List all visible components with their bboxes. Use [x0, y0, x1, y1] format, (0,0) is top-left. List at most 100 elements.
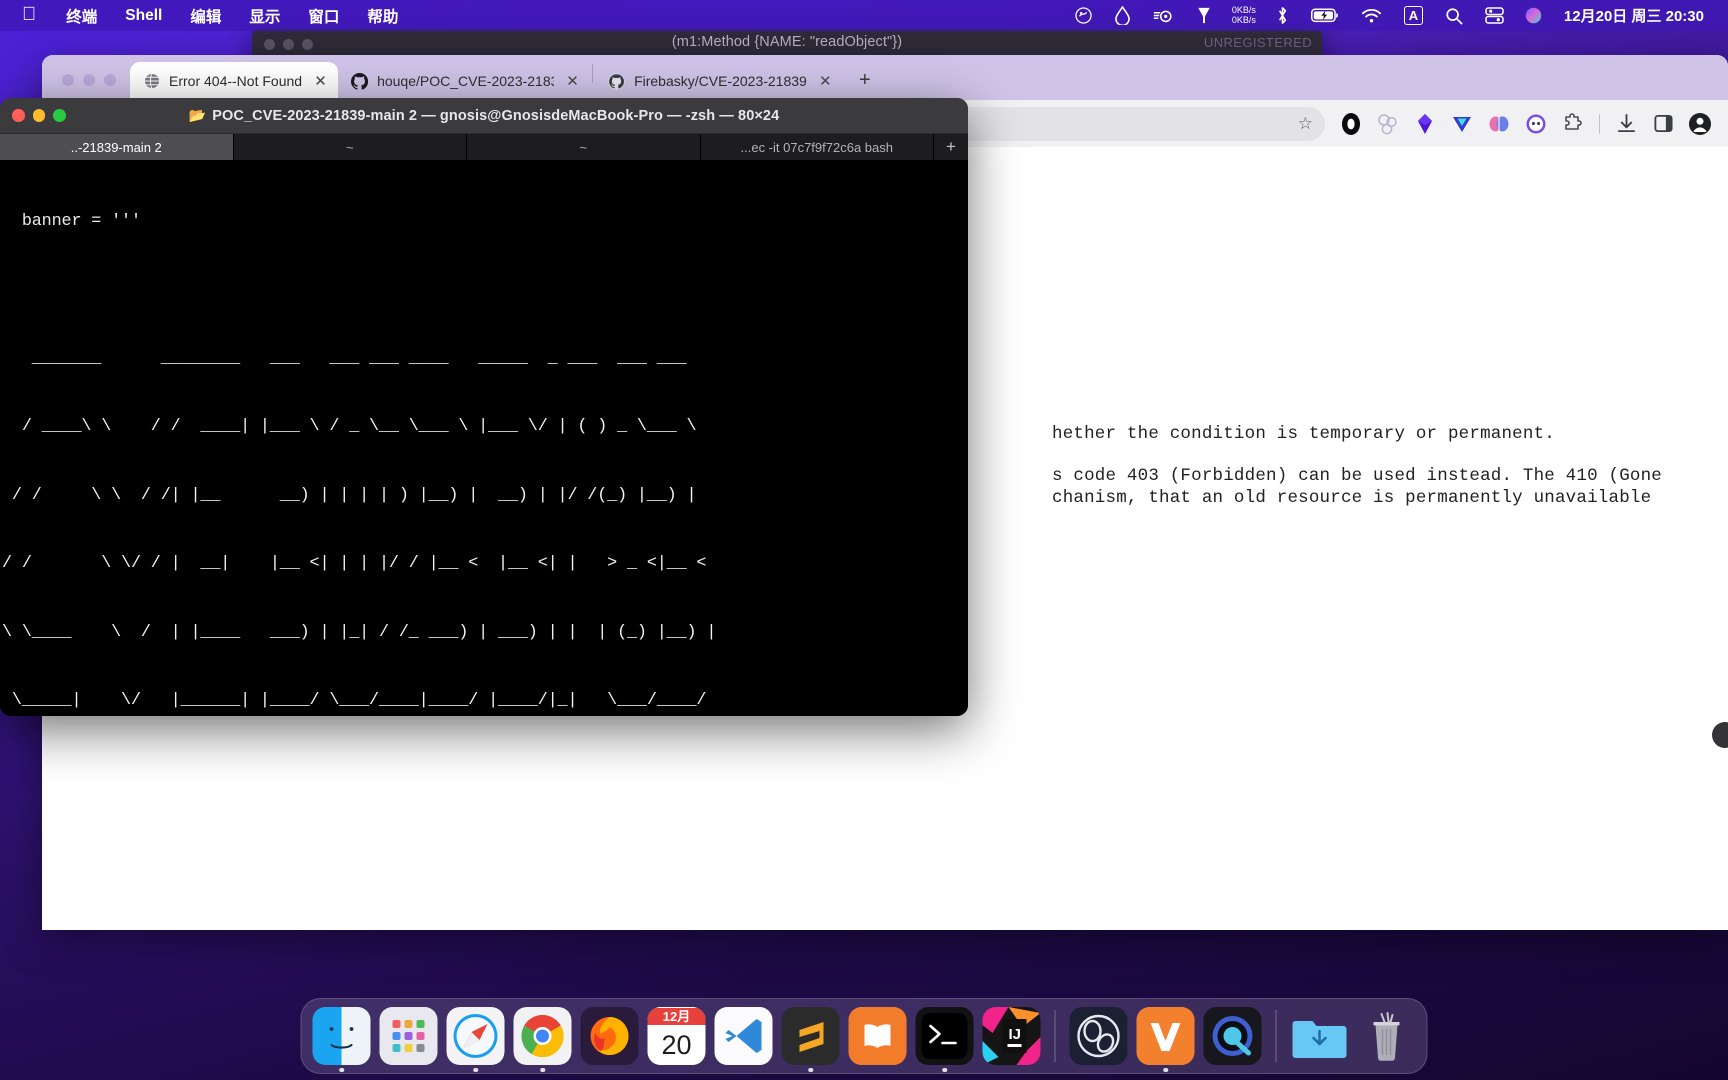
terminal-new-tab-button[interactable]: +	[934, 134, 968, 160]
v-shape-icon[interactable]	[1445, 107, 1479, 141]
zoom-dot[interactable]	[104, 74, 116, 86]
browser-tab-1[interactable]: houqe/POC_CVE-2023-2183 ✕	[338, 62, 590, 100]
terminal-tab-1[interactable]: ~	[234, 134, 467, 160]
brain-icon[interactable]	[1482, 107, 1516, 141]
browser-tab-2[interactable]: Firebasky/CVE-2023-21839 ✕	[595, 62, 843, 100]
apple-menu-icon[interactable]: 	[14, 5, 52, 27]
svg-text:IJ: IJ	[1009, 1026, 1022, 1043]
desktop:  终端 Shell 编辑 显示 窗口 帮助 0KB/s 0KB/s	[0, 0, 1728, 1080]
browser-tab-strip: Error 404--Not Found ✕ houqe/POC_CVE-202…	[42, 55, 1728, 100]
menu-view[interactable]: 显示	[235, 5, 294, 27]
finder-icon	[312, 1007, 371, 1065]
dock-item-sublime-text[interactable]	[781, 1007, 840, 1072]
intellij-idea-icon: IJ	[982, 1007, 1041, 1065]
input-source-icon[interactable]: A	[1393, 0, 1434, 31]
close-tab-button[interactable]: ✕	[311, 72, 330, 91]
vysor-icon	[1136, 1007, 1195, 1065]
dock-item-chrome[interactable]	[513, 1007, 572, 1072]
menu-window[interactable]: 窗口	[294, 5, 353, 27]
chrome-icon	[513, 1007, 572, 1065]
launchpad-icon	[379, 1007, 438, 1065]
diamond-icon[interactable]	[1408, 107, 1442, 141]
close-tab-button[interactable]: ✕	[563, 72, 582, 91]
bookmark-star-icon[interactable]: ☆	[1298, 114, 1313, 134]
firefox-icon	[580, 1007, 639, 1065]
dock-item-vscode[interactable]	[714, 1007, 773, 1065]
profile-avatar-icon[interactable]	[1683, 107, 1717, 141]
dock-item-quicktime[interactable]	[1203, 1007, 1262, 1065]
side-panel-icon[interactable]	[1646, 107, 1680, 141]
github-icon	[608, 72, 625, 90]
vscode-icon	[714, 1007, 773, 1065]
bartender-icon[interactable]	[1185, 0, 1223, 31]
menu-bar:  终端 Shell 编辑 显示 窗口 帮助 0KB/s 0KB/s	[0, 0, 1728, 31]
battery-icon[interactable]	[1300, 0, 1350, 31]
dock-item-finder[interactable]	[312, 1007, 371, 1072]
calendar-month-label: 12月	[647, 1007, 706, 1025]
siri-icon[interactable]	[1515, 0, 1552, 31]
unregistered-watermark: UNREGISTERED	[1203, 35, 1312, 50]
tab-divider	[592, 63, 594, 83]
books-icon	[848, 1007, 907, 1065]
browser-tab-0[interactable]: Error 404--Not Found ✕	[130, 62, 339, 100]
dock-item-obs[interactable]	[1069, 1007, 1128, 1065]
wifi-icon[interactable]	[1350, 0, 1393, 31]
dock-divider-2	[1275, 1010, 1277, 1062]
ascii-art-line-4: \ \____ \ / | |____ ___) | |_| / /_ ___)…	[2, 622, 717, 642]
running-indicator	[942, 1067, 947, 1072]
browser-traffic-lights[interactable]	[52, 74, 130, 100]
dock-item-safari[interactable]	[446, 1007, 505, 1072]
menu-help[interactable]: 帮助	[353, 5, 412, 27]
dock-item-intellij-idea[interactable]: IJ	[982, 1007, 1041, 1065]
terminal-output[interactable]: banner = ''' _______ ________ ___ ___ __…	[0, 161, 968, 716]
dock-item-launchpad[interactable]	[379, 1007, 438, 1065]
minimize-dot[interactable]	[83, 74, 95, 86]
bluetooth-icon[interactable]	[1265, 0, 1300, 31]
network-down-label: 0KB/s	[1231, 14, 1256, 25]
dock-item-calendar[interactable]: 12月 20	[647, 1007, 706, 1065]
download-icon[interactable]	[1609, 107, 1643, 141]
menu-edit[interactable]: 编辑	[176, 5, 235, 27]
new-tab-button[interactable]: +	[850, 65, 880, 95]
dock-item-firefox[interactable]	[580, 1007, 639, 1065]
trash-icon	[1358, 1007, 1416, 1065]
baidu-netdisk-icon[interactable]	[1063, 0, 1104, 31]
droplet-icon[interactable]	[1104, 0, 1141, 31]
dock-item-vysor[interactable]	[1136, 1007, 1195, 1072]
safari-icon	[446, 1007, 505, 1065]
terminal-icon	[915, 1007, 974, 1065]
ascii-art-line-0: _______ ________ ___ ___ ___ ____ _____ …	[2, 348, 717, 368]
oval-black-icon[interactable]	[1334, 107, 1368, 141]
browser-tab-title: houqe/POC_CVE-2023-2183	[377, 73, 555, 89]
network-speed-indicator[interactable]: 0KB/s 0KB/s	[1223, 5, 1265, 25]
clock[interactable]: 12月20日 周三 20:30	[1552, 5, 1710, 26]
menu-terminal[interactable]: 终端	[52, 5, 111, 27]
page-text-line-1: s code 403 (Forbidden) can be used inste…	[1052, 466, 1662, 486]
background-window-title: (m1:Method {NAME: "readObject"})	[671, 34, 903, 50]
terminal-window[interactable]: 📂 POC_CVE-2023-21839-main 2 — gnosis@Gno…	[0, 98, 968, 716]
puzzle-extensions-icon[interactable]	[1556, 107, 1590, 141]
dock-item-books[interactable]	[848, 1007, 907, 1065]
control-center-icon[interactable]	[1474, 0, 1515, 31]
terminal-tab-3[interactable]: ...ec -it 07c7f9f72c6a bash	[701, 134, 934, 160]
dock-divider-1	[1054, 1010, 1056, 1062]
bubbles-icon[interactable]	[1371, 107, 1405, 141]
terminal-tab-2[interactable]: ~	[467, 134, 701, 160]
terminal-title-text: POC_CVE-2023-21839-main 2 — gnosis@Gnosi…	[212, 107, 780, 124]
menu-shell[interactable]: Shell	[111, 7, 176, 25]
cleaner-icon[interactable]	[1141, 0, 1185, 31]
running-indicator	[808, 1067, 813, 1072]
terminal-title-bar[interactable]: 📂 POC_CVE-2023-21839-main 2 — gnosis@Gno…	[0, 98, 968, 134]
calendar-icon: 12月 20	[647, 1007, 706, 1065]
dock: 12月 20 IJ	[300, 998, 1428, 1074]
page-floating-knob[interactable]	[1712, 722, 1728, 748]
face-circle-icon[interactable]	[1519, 107, 1553, 141]
close-tab-button[interactable]: ✕	[816, 72, 835, 91]
spotlight-search-icon[interactable]	[1434, 0, 1474, 31]
dock-item-terminal[interactable]	[915, 1007, 974, 1072]
terminal-tab-0[interactable]: ..-21839-main 2	[0, 134, 234, 160]
ascii-art-line-2: / / \ \ / /| |__ __) | | | | ) |__) | __…	[2, 485, 707, 505]
dock-item-downloads-folder[interactable]	[1291, 1007, 1349, 1065]
close-dot[interactable]	[62, 74, 74, 86]
dock-item-trash[interactable]	[1358, 1007, 1416, 1065]
